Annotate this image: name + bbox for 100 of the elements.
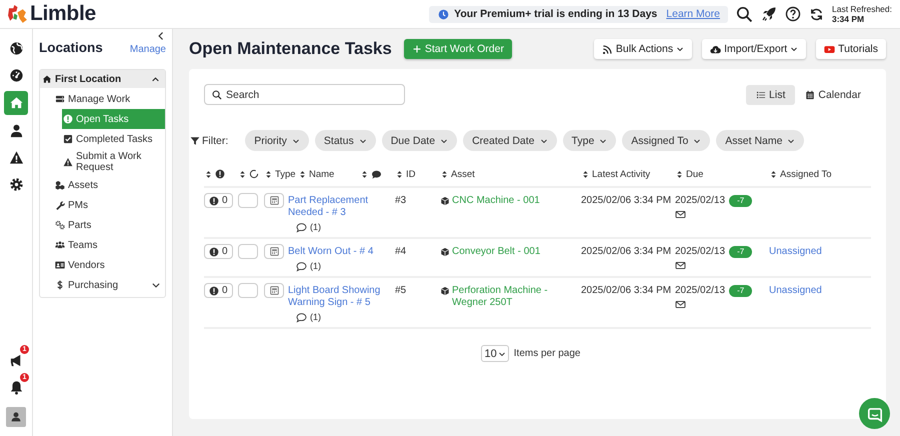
column-header: Assigned To (780, 168, 832, 180)
column-header: Type (275, 168, 296, 180)
filter-icon (190, 136, 200, 146)
location-header[interactable]: First Location (40, 70, 165, 88)
learn-more-link[interactable]: Learn More (666, 8, 720, 20)
clock-icon (438, 8, 450, 20)
table-cell: 2025/02/13 (675, 285, 726, 297)
sort-icon[interactable] (395, 170, 404, 178)
nav-item[interactable]: Purchasing (54, 275, 165, 295)
nav-item[interactable]: Submit a Work Request (62, 149, 165, 175)
action-button[interactable]: Tutorials (816, 39, 886, 59)
logo-icon (7, 4, 28, 24)
priority-icon (209, 286, 219, 296)
sort-icon[interactable] (264, 170, 273, 178)
globe-icon (8, 40, 24, 56)
task-link[interactable]: Belt Worn Out - # 4 (288, 246, 374, 258)
search-field[interactable]: Search (204, 84, 405, 105)
page-title: Open Maintenance Tasks (189, 39, 392, 59)
manage-link[interactable]: Manage (130, 44, 166, 55)
type-button[interactable] (264, 193, 284, 208)
list-icon (756, 90, 766, 100)
nav-item[interactable]: Manage Work (54, 89, 165, 109)
trial-message: Your Premium+ trial is ending in 13 Days (454, 8, 658, 20)
collapse-icon[interactable] (156, 31, 166, 41)
assignee-link[interactable]: Unassigned (769, 285, 822, 297)
type-button[interactable] (264, 244, 284, 259)
megaphone-icon (8, 352, 24, 368)
comment-icon (296, 260, 307, 272)
sort-icon[interactable] (298, 170, 307, 178)
nav-item[interactable]: Teams (54, 235, 165, 255)
filter-chip[interactable]: Asset Name (716, 130, 804, 151)
play-icon (824, 44, 836, 54)
rocket-icon[interactable] (760, 6, 777, 22)
warning-icon (8, 150, 24, 166)
gears-icon (55, 220, 65, 230)
filter-chip[interactable]: Due Date (382, 130, 458, 151)
envelope-icon[interactable] (675, 209, 686, 220)
status-icon (249, 169, 259, 179)
filter-chip[interactable]: Created Date (463, 130, 557, 151)
task-link[interactable]: Light Board Showing Warning Sign - # 5 (288, 285, 391, 309)
refresh-time: 3:34 PM (832, 14, 866, 24)
sort-icon[interactable] (675, 170, 684, 178)
warning-icon (63, 157, 73, 167)
action-button[interactable]: Bulk Actions (594, 39, 692, 59)
nav-item[interactable]: PMs (54, 195, 165, 215)
calendar-icon (268, 285, 280, 296)
table-cell: 2025/02/06 3:34 PM (581, 195, 672, 207)
assignee-link[interactable]: Unassigned (769, 246, 822, 258)
nav-item[interactable]: Completed Tasks (62, 129, 165, 149)
sort-icon[interactable] (769, 170, 778, 178)
filter-chip[interactable]: Assigned To (622, 130, 710, 151)
refresh-icon[interactable] (808, 6, 824, 22)
filter-chip[interactable]: Priority (245, 130, 309, 151)
sort-icon[interactable] (440, 170, 449, 178)
brand-name: Limble (30, 2, 96, 26)
plus-icon (412, 44, 422, 54)
sort-icon[interactable] (204, 170, 213, 178)
help-icon[interactable] (784, 6, 801, 22)
nav-item[interactable]: Parts (54, 215, 165, 235)
comment-icon (296, 222, 307, 232)
comment-icon (296, 312, 307, 322)
filter-chip[interactable]: Status (314, 130, 376, 151)
view-tab[interactable]: List (746, 84, 796, 104)
priority-button[interactable]: 0 (204, 193, 233, 208)
table-cell: 2025/02/06 3:34 PM (581, 246, 672, 258)
profile-button[interactable] (6, 407, 26, 427)
calendar-icon (805, 90, 816, 100)
search-icon[interactable] (736, 6, 753, 22)
envelope-icon[interactable] (675, 260, 686, 271)
action-button[interactable]: Import/Export (702, 39, 806, 59)
sort-icon[interactable] (238, 170, 247, 178)
type-button[interactable] (264, 283, 284, 298)
cloud-download-icon (710, 44, 722, 54)
table-cell: 2025/02/13 (675, 195, 726, 207)
sort-icon[interactable] (581, 170, 590, 178)
cubes-icon (55, 180, 65, 190)
column-header: ID (406, 168, 416, 180)
page-size-select[interactable]: 10 (480, 345, 509, 362)
filter-label: Filter: (202, 134, 228, 146)
view-tab[interactable]: Calendar (795, 84, 871, 104)
priority-button[interactable]: 0 (204, 283, 233, 298)
refresh-label: Last Refreshed: (832, 4, 892, 14)
column-header: Asset (451, 168, 475, 180)
envelope-icon[interactable] (675, 299, 686, 310)
chat-button[interactable] (859, 398, 890, 429)
checkbox-icon (63, 134, 73, 144)
nav-item[interactable]: Vendors (54, 255, 165, 275)
priority-button[interactable]: 0 (204, 244, 233, 259)
cube-icon (440, 247, 450, 257)
page-size-label: Items per page (514, 348, 580, 359)
calendar-icon (268, 195, 280, 206)
column-header: Due (686, 168, 704, 180)
comment-count: (1) (310, 311, 321, 323)
table-cell: #5 (395, 285, 406, 297)
days-badge: -7 (729, 246, 752, 258)
task-link[interactable]: Part Replacement Needed - # 3 (288, 195, 391, 219)
filter-chip[interactable]: Type (562, 130, 616, 151)
nav-item[interactable]: Assets (54, 175, 165, 195)
sort-icon[interactable] (360, 170, 369, 178)
chevron-icon (540, 136, 548, 144)
